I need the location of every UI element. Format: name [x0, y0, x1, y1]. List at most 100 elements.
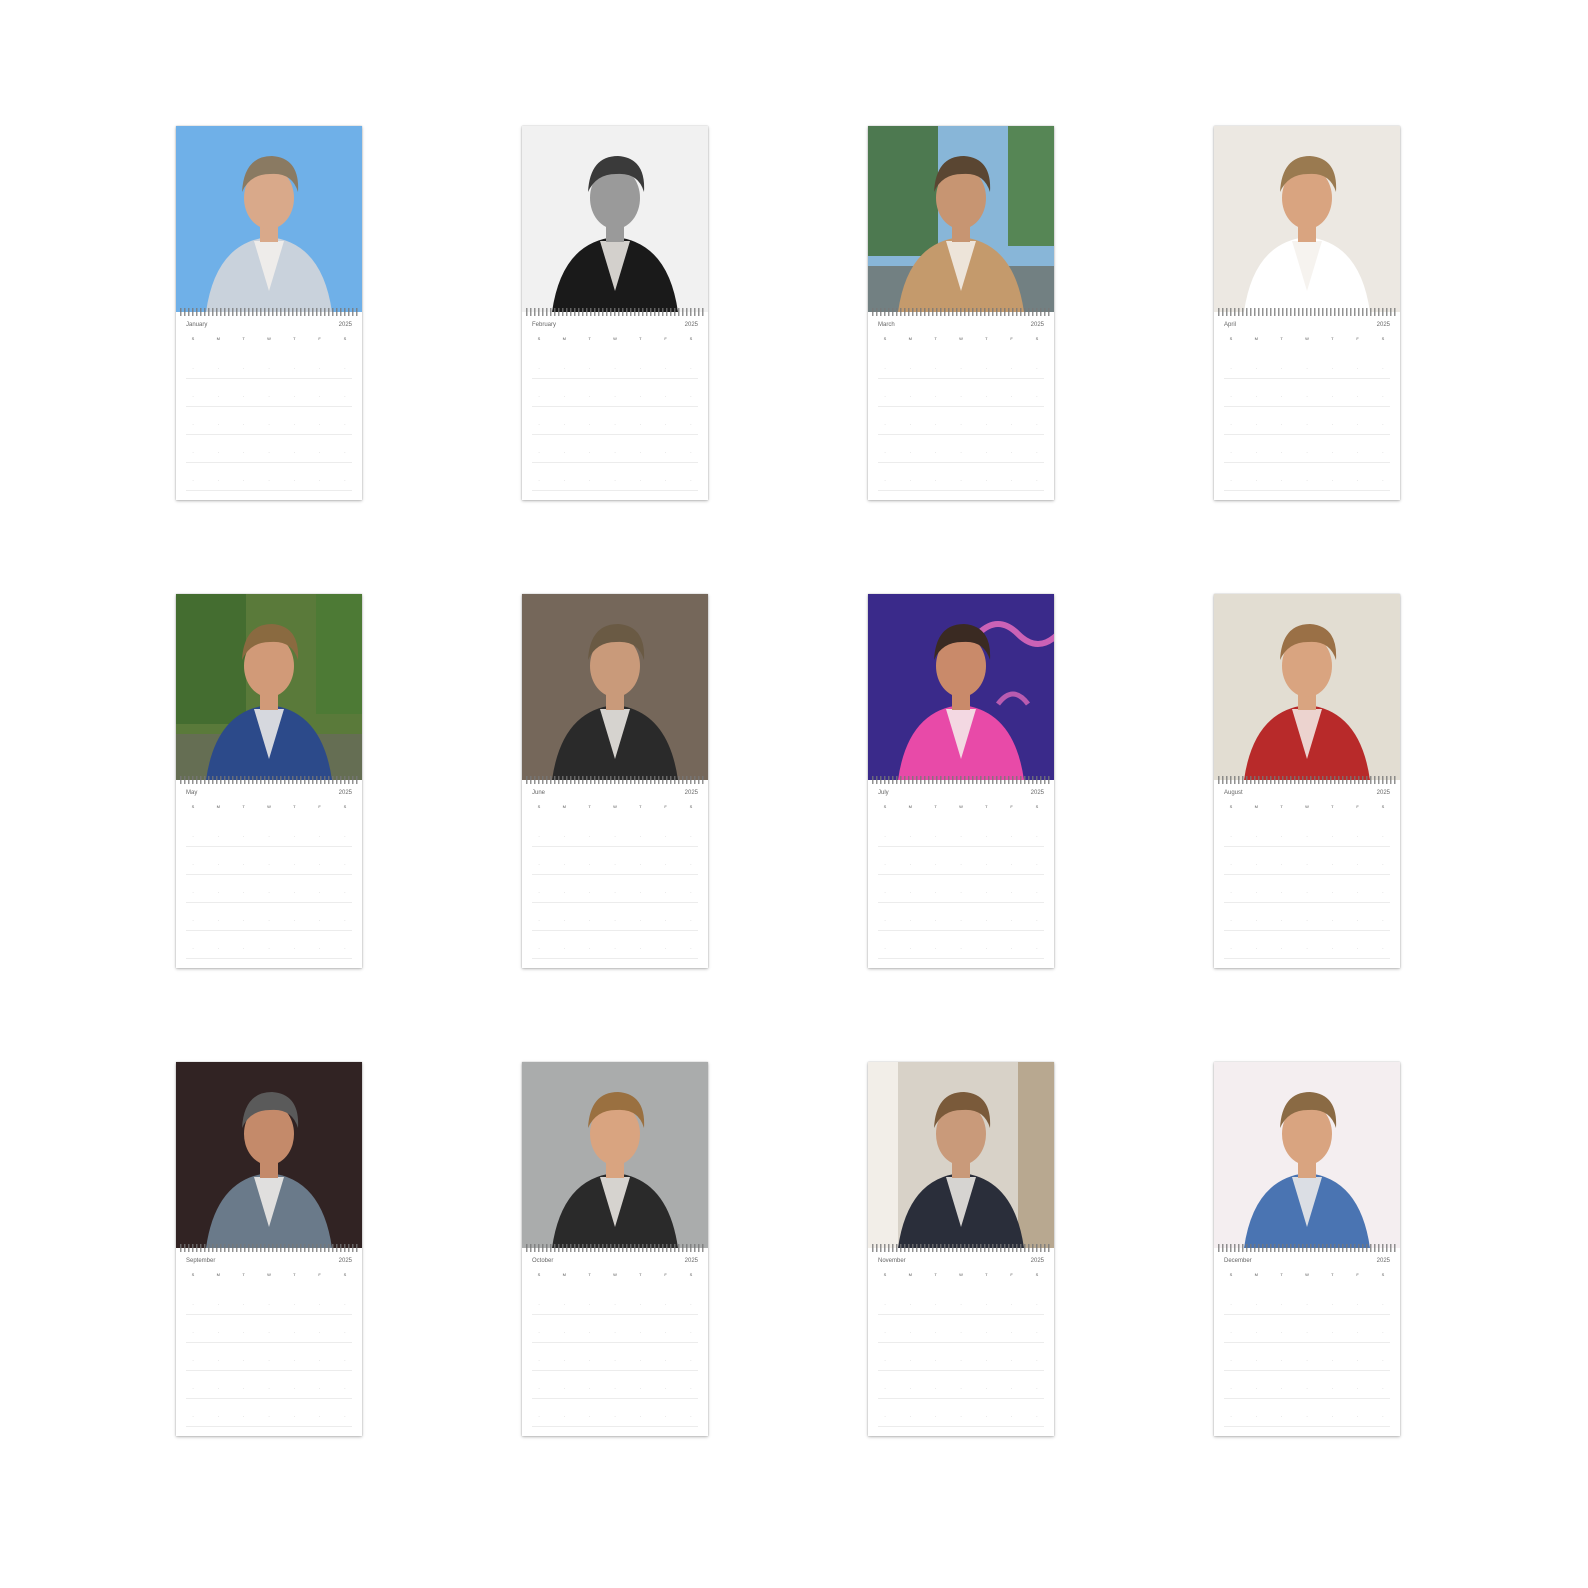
calendar-page-december[interactable]: December 2025 SMTWTFS · · · · · · · · · · · · · · · · · ·…	[1214, 1062, 1400, 1436]
month-name: June	[532, 790, 546, 796]
day-cell: ·	[563, 1386, 565, 1391]
day-cell: ·	[1255, 422, 1257, 427]
day-cell: ·	[318, 1414, 321, 1419]
weekday-label: F	[1356, 336, 1359, 341]
week-row: · · · · · · ·	[878, 1358, 1044, 1364]
month-photo	[1214, 1062, 1400, 1248]
calendar-page-january[interactable]: January 2025 SMTWTFS · · · · · · · · · · · · · · · · · · ·…	[176, 126, 362, 500]
day-cell: ·	[242, 450, 245, 455]
week-divider	[878, 874, 1044, 875]
week-divider	[186, 1426, 352, 1427]
day-cell: ·	[268, 834, 270, 839]
day-cell: ·	[588, 890, 591, 895]
year-label: 2025	[338, 790, 352, 796]
weekday-label: S	[1381, 804, 1385, 809]
day-cell: ·	[1306, 1358, 1308, 1363]
day-cell: ·	[268, 1358, 270, 1363]
week-row: · · · · · · ·	[878, 1330, 1044, 1336]
day-cell: ·	[639, 918, 641, 923]
weekday-label: S	[343, 1272, 347, 1277]
calendar-page-september[interactable]: September 2025 SMTWTFS · · · · · · · · · · · · · · · · ·…	[176, 1062, 362, 1436]
month-grid: July 2025 SMTWTFS · · · · · · · · · · · · · · · · · · · · · ·…	[868, 786, 1054, 968]
day-cell: ·	[1382, 366, 1384, 371]
week-divider	[186, 490, 352, 491]
calendar-page-may[interactable]: May 2025 SMTWTFS · · · · · · · · · · · · · · · · · · · · · · ·…	[176, 594, 362, 968]
calendar-page-november[interactable]: November 2025 SMTWTFS · · · · · · · · · · · · · · · · · ·…	[868, 1062, 1054, 1436]
day-cell: ·	[1306, 1414, 1308, 1419]
day-cell: ·	[242, 366, 245, 371]
week-row: · · · · · · ·	[1224, 1386, 1390, 1392]
weekday-label: W	[959, 1272, 963, 1277]
month-photo	[1214, 126, 1400, 312]
portrait-illustration	[868, 1062, 1054, 1248]
day-cell: ·	[934, 450, 937, 455]
year-label: 2025	[1030, 322, 1044, 328]
day-cell: ·	[242, 890, 245, 895]
weekday-label: M	[908, 804, 912, 809]
day-cell: ·	[664, 862, 667, 867]
day-cell: ·	[639, 1330, 641, 1335]
day-cell: ·	[1356, 890, 1359, 895]
day-cell: ·	[985, 422, 987, 427]
day-cell: ·	[1255, 478, 1257, 483]
day-cell: ·	[217, 478, 219, 483]
day-cell: ·	[318, 366, 321, 371]
day-cell: ·	[1306, 1330, 1308, 1335]
day-cell: ·	[884, 1330, 886, 1335]
spiral-binding	[872, 1244, 1050, 1252]
day-cell: ·	[538, 450, 540, 455]
calendar-page-august[interactable]: August 2025 SMTWTFS · · · · · · · · · · · · · · · · · · · ·…	[1214, 594, 1400, 968]
day-cell: ·	[1010, 1414, 1013, 1419]
month-grid: May 2025 SMTWTFS · · · · · · · · · · · · · · · · · · · · · · ·…	[176, 786, 362, 968]
day-cell: ·	[614, 834, 616, 839]
week-row: · · · · · · ·	[1224, 1414, 1390, 1420]
day-cell: ·	[1036, 918, 1038, 923]
day-cell: ·	[538, 422, 540, 427]
day-cell: ·	[344, 946, 346, 951]
weekday-header: SMTWTFS	[1224, 336, 1390, 342]
weekday-label: T	[588, 336, 591, 341]
calendar-page-october[interactable]: October 2025 SMTWTFS · · · · · · · · · · · · · · · · · · ·…	[522, 1062, 708, 1436]
weekday-label: S	[1229, 804, 1233, 809]
week-divider	[878, 1314, 1044, 1315]
day-cell: ·	[344, 1358, 346, 1363]
week-row: · · · · · · ·	[1224, 890, 1390, 896]
calendar-page-march[interactable]: March 2025 SMTWTFS · · · · · · · · · · · · · · · · · · · · ·…	[868, 126, 1054, 500]
day-cell: ·	[690, 946, 692, 951]
month-grid: October 2025 SMTWTFS · · · · · · · · · · · · · · · · · · ·…	[522, 1254, 708, 1436]
day-cell: ·	[1306, 394, 1308, 399]
weekday-header: SMTWTFS	[532, 1272, 698, 1278]
spiral-binding	[872, 308, 1050, 316]
calendar-page-june[interactable]: June 2025 SMTWTFS · · · · · · · · · · · · · · · · · · · · · ·…	[522, 594, 708, 968]
day-cell: ·	[884, 862, 886, 867]
day-cell: ·	[588, 1414, 591, 1419]
day-cell: ·	[318, 862, 321, 867]
day-cell: ·	[563, 834, 565, 839]
day-cell: ·	[344, 394, 346, 399]
day-cell: ·	[1036, 946, 1038, 951]
day-cell: ·	[1356, 834, 1359, 839]
day-cell: ·	[909, 450, 911, 455]
week-divider	[878, 930, 1044, 931]
day-cell: ·	[538, 1330, 540, 1335]
day-cell: ·	[960, 450, 962, 455]
week-row: · · · · · · ·	[878, 394, 1044, 400]
weekday-label: M	[562, 804, 566, 809]
week-row: · · · · · · ·	[878, 862, 1044, 868]
day-cell: ·	[960, 394, 962, 399]
day-cell: ·	[909, 862, 911, 867]
calendar-page-july[interactable]: July 2025 SMTWTFS · · · · · · · · · · · · · · · · · · · · · ·…	[868, 594, 1054, 968]
day-cell: ·	[985, 862, 987, 867]
weekday-label: W	[267, 1272, 271, 1277]
day-cell: ·	[344, 1330, 346, 1335]
calendar-page-february[interactable]: February 2025 SMTWTFS · · · · · · · · · · · · · · · · · ·…	[522, 126, 708, 500]
month-name: May	[186, 790, 198, 796]
weekday-label: F	[664, 1272, 667, 1277]
calendar-page-april[interactable]: April 2025 SMTWTFS · · · · · · · · · · · · · · · · · · · · ·…	[1214, 126, 1400, 500]
week-row: · · · · · · ·	[532, 890, 698, 896]
weekday-label: T	[639, 804, 642, 809]
weekday-label: W	[1305, 1272, 1309, 1277]
week-divider	[532, 406, 698, 407]
week-divider	[1224, 490, 1390, 491]
day-cell: ·	[563, 478, 565, 483]
